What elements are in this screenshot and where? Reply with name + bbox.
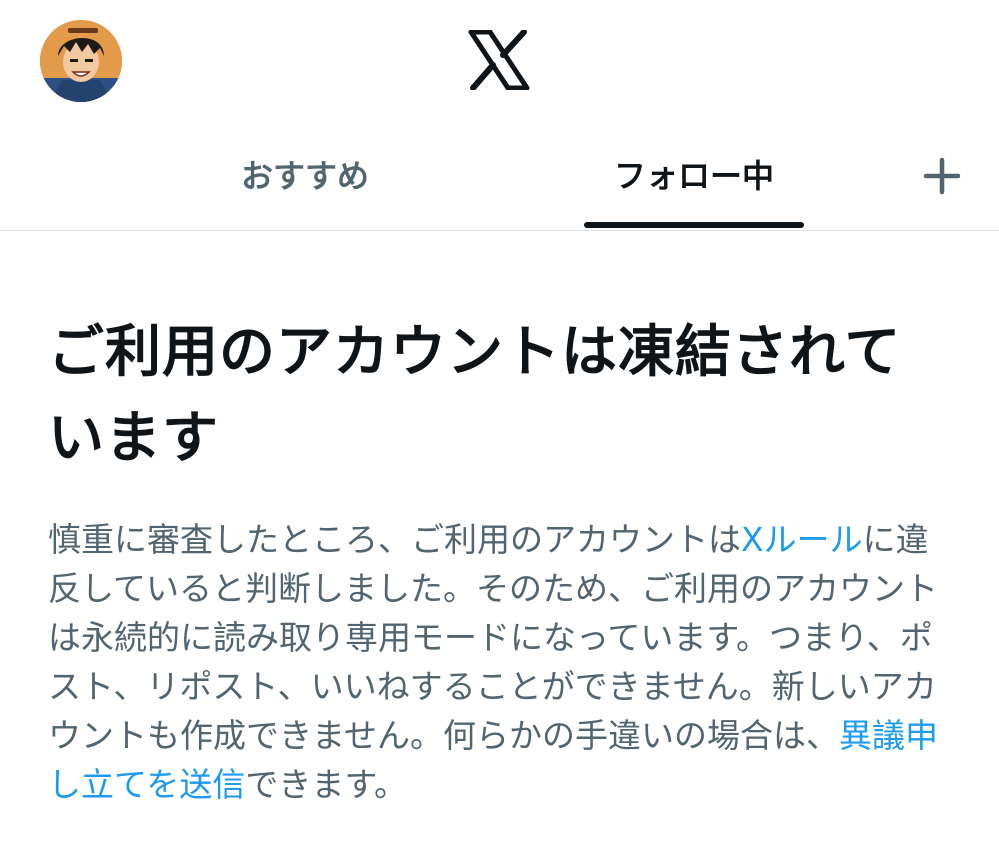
active-tab-indicator (584, 222, 804, 228)
page-title: ご利用のアカウントは凍結されています (48, 320, 902, 471)
x-rules-link[interactable]: Xルール (741, 520, 863, 559)
tab-recommended[interactable]: おすすめ (170, 118, 440, 230)
tab-following[interactable]: フォロー中 (584, 118, 804, 230)
tab-recommended-label: おすすめ (240, 157, 369, 195)
add-tab-button[interactable] (920, 154, 964, 198)
tab-following-label: フォロー中 (613, 157, 774, 195)
timeline-tabs: おすすめ フォロー中 (0, 118, 999, 231)
avatar[interactable] (40, 20, 122, 102)
suspension-notice-text: 慎重に審査したところ、ご利用のアカウントはXルールに違反していると判断しました。… (48, 515, 953, 809)
plus-icon (923, 157, 961, 195)
notice-text-part1: 慎重に審査したところ、ご利用のアカウントは (48, 520, 741, 559)
notice-text-part3: できます。 (245, 765, 408, 804)
user-avatar-icon (40, 20, 122, 102)
x-logo-icon[interactable] (468, 29, 530, 91)
